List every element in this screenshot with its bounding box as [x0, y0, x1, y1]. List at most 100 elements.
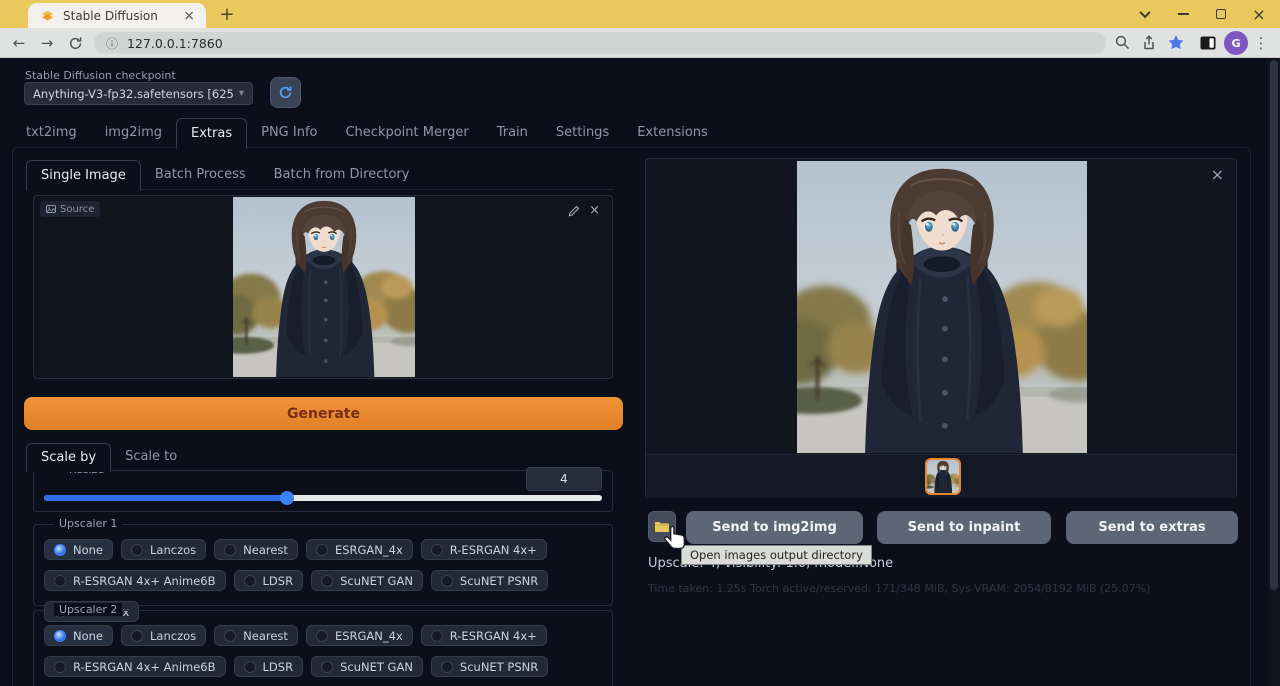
tab-close-icon[interactable]: ×	[180, 9, 198, 23]
upscaler-option-ldsr[interactable]: LDSR	[234, 570, 304, 591]
slider-fill	[44, 495, 287, 501]
zoom-icon[interactable]	[1114, 34, 1132, 52]
upscaler2-label: Upscaler 2	[54, 603, 122, 616]
webui-page: Stable Diffusion checkpoint Anything-V3-…	[0, 58, 1280, 686]
radio-icon	[54, 630, 66, 642]
resize-value-input[interactable]: 4	[526, 467, 602, 491]
radio-icon	[224, 630, 236, 642]
dropdown-arrow-icon: ▾	[239, 88, 244, 99]
radio-icon	[321, 575, 333, 587]
minimize-icon	[1178, 13, 1189, 15]
send-to-extras-button[interactable]: Send to extras	[1066, 511, 1238, 544]
upscaler-option-resrgan4x[interactable]: R-ESRGAN 4x+	[421, 539, 547, 560]
tab-extensions[interactable]: Extensions	[623, 118, 722, 148]
tab-single-image[interactable]: Single Image	[26, 160, 141, 191]
gallery-close-icon[interactable]: ×	[1211, 165, 1224, 184]
browser-tab[interactable]: Stable Diffusion ×	[28, 3, 206, 28]
upscaler-option-esrgan4x[interactable]: ESRGAN_4x	[306, 625, 413, 646]
upscaler-option-resrgan-anime6b[interactable]: R-ESRGAN 4x+ Anime6B	[44, 570, 226, 591]
tab-batch-from-directory[interactable]: Batch from Directory	[260, 160, 424, 190]
send-to-inpaint-button[interactable]: Send to inpaint	[877, 511, 1051, 544]
window-close-button[interactable]: ×	[1241, 0, 1277, 28]
upscaler-option-scunet-gan[interactable]: ScuNET GAN	[311, 656, 423, 677]
browser-menu-icon[interactable]: ⋮	[1254, 32, 1268, 54]
profile-avatar[interactable]: G	[1224, 31, 1248, 55]
tab-scale-by[interactable]: Scale by	[26, 443, 111, 472]
upscaler-option-none[interactable]: None	[44, 625, 113, 646]
mouse-cursor	[664, 525, 686, 551]
tab-batch-process[interactable]: Batch Process	[141, 160, 260, 190]
edit-image-icon[interactable]	[568, 205, 580, 217]
tab-title: Stable Diffusion	[63, 9, 180, 23]
upscaler-option-nearest[interactable]: Nearest	[214, 625, 298, 646]
browser-tab-strip: Stable Diffusion × + ×	[0, 0, 1280, 28]
upscaler-option-lanczos[interactable]: Lanczos	[121, 539, 206, 560]
window-chevron-button[interactable]	[1127, 0, 1163, 28]
upscaler-option-scunet-psnr[interactable]: ScuNET PSNR	[431, 570, 548, 591]
send-to-img2img-button[interactable]: Send to img2img	[686, 511, 863, 544]
side-panel-icon[interactable]	[1199, 34, 1217, 52]
tab-img2img[interactable]: img2img	[91, 118, 176, 148]
new-tab-button[interactable]: +	[214, 2, 240, 26]
generate-button[interactable]: Generate	[24, 397, 623, 430]
upscaler1-block: Upscaler 1 None Lanczos Nearest ESRGAN_4…	[33, 524, 613, 606]
upscaler-option-resrgan4x[interactable]: R-ESRGAN 4x+	[421, 625, 547, 646]
radio-icon	[431, 630, 443, 642]
tab-settings[interactable]: Settings	[542, 118, 623, 148]
refresh-checkpoints-button[interactable]	[270, 77, 301, 108]
upscaler-option-resrgan-anime6b[interactable]: R-ESRGAN 4x+ Anime6B	[44, 656, 226, 677]
source-image-label: Source	[40, 201, 100, 217]
forward-button[interactable]: →	[36, 32, 58, 54]
tab-checkpoint-merger[interactable]: Checkpoint Merger	[331, 118, 482, 148]
upscaler-option-scunet-gan[interactable]: ScuNET GAN	[311, 570, 423, 591]
upscaler-option-nearest[interactable]: Nearest	[214, 539, 298, 560]
maximize-icon	[1216, 9, 1226, 19]
browser-toolbar: ← → ⓘ 127.0.0.1:7860 G ⋮	[0, 28, 1280, 58]
share-icon[interactable]	[1140, 34, 1158, 52]
page-scrollbar[interactable]	[1268, 58, 1280, 686]
upscaler1-label: Upscaler 1	[54, 517, 122, 530]
site-info-icon[interactable]: ⓘ	[106, 35, 118, 52]
thumbnail-image	[927, 460, 959, 493]
radio-icon	[244, 575, 256, 587]
radio-icon	[54, 544, 66, 556]
output-image[interactable]	[797, 161, 1087, 453]
upscaler-option-ldsr[interactable]: LDSR	[234, 656, 304, 677]
reload-button[interactable]	[64, 32, 86, 54]
back-button[interactable]: ←	[8, 32, 30, 54]
upscaler-option-none[interactable]: None	[44, 539, 113, 560]
gallery-thumbnail-selected[interactable]	[925, 458, 961, 495]
radio-icon	[244, 661, 256, 673]
checkpoint-value: Anything-V3-fp32.safetensors [625a2ba2]	[33, 87, 233, 101]
radio-icon	[321, 661, 333, 673]
upscaler-option-lanczos[interactable]: Lanczos	[121, 625, 206, 646]
slider-thumb[interactable]	[280, 491, 294, 505]
image-icon	[46, 204, 56, 214]
source-image-dropzone[interactable]: Source ×	[33, 195, 613, 379]
radio-icon	[431, 544, 443, 556]
upscaler-option-scunet-psnr[interactable]: ScuNET PSNR	[431, 656, 548, 677]
bookmark-star-icon[interactable]	[1167, 34, 1185, 52]
tab-txt2img[interactable]: txt2img	[12, 118, 91, 148]
source-image[interactable]	[233, 197, 415, 377]
scrollbar-thumb[interactable]	[1270, 60, 1278, 590]
main-tab-bar: txt2img img2img Extras PNG Info Checkpoi…	[12, 118, 722, 148]
clear-image-icon[interactable]: ×	[589, 203, 600, 218]
gradio-favicon-icon	[40, 8, 55, 23]
url-bar[interactable]: ⓘ 127.0.0.1:7860	[94, 32, 1106, 54]
tab-extras[interactable]: Extras	[176, 118, 247, 149]
reload-icon	[68, 36, 83, 51]
browser-window: Stable Diffusion × + × ← → ⓘ 127.0.0.1:7…	[0, 0, 1280, 686]
upscaler2-options: None Lanczos Nearest ESRGAN_4x R-ESRGAN …	[44, 625, 606, 686]
tooltip: Open images output directory	[681, 545, 872, 565]
checkpoint-dropdown[interactable]: Anything-V3-fp32.safetensors [625a2ba2] …	[24, 82, 253, 105]
upscaler-option-esrgan4x[interactable]: ESRGAN_4x	[306, 539, 413, 560]
radio-icon	[316, 544, 328, 556]
window-maximize-button[interactable]	[1203, 0, 1239, 28]
tab-train[interactable]: Train	[483, 118, 542, 148]
window-minimize-button[interactable]	[1165, 0, 1201, 28]
resize-slider[interactable]	[44, 495, 602, 501]
tab-scale-to[interactable]: Scale to	[111, 443, 191, 471]
tab-png-info[interactable]: PNG Info	[247, 118, 331, 148]
footer-stats-text: Time taken: 1.25s Torch active/reserved:…	[648, 582, 1150, 595]
